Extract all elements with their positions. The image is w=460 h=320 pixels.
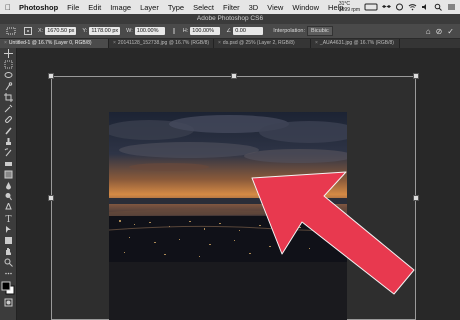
shape-tool-icon[interactable] [0, 235, 16, 246]
link-icon[interactable] [171, 27, 177, 35]
y-label: Y: [82, 28, 88, 34]
lasso-tool-icon[interactable] [0, 70, 16, 81]
status-icons: 31°C 3999 rpm [339, 0, 456, 14]
h-input[interactable]: 100.00% [190, 27, 221, 35]
eyedropper-tool-icon[interactable] [0, 103, 16, 114]
y-input[interactable]: 1178.00 px [89, 27, 121, 35]
cancel-transform-icon[interactable]: ⊘ [436, 27, 443, 36]
blur-tool-icon[interactable] [0, 180, 16, 191]
transform-tool-icon[interactable] [4, 26, 18, 36]
volume-icon[interactable] [421, 3, 430, 11]
tab-label: ds.psd @ 25% (Layer 2, RGB/8) [222, 40, 295, 46]
tab-label: _AUA4631.jpg @ 16.7% (RGB/8) [319, 40, 394, 46]
tools-panel: T [0, 48, 17, 320]
commit-transform-icon[interactable]: ✓ [447, 27, 454, 36]
type-tool-icon[interactable]: T [0, 213, 16, 224]
y-field: Y: 1178.00 px [82, 27, 121, 35]
angle-icon: ∠ [226, 28, 232, 34]
apple-icon[interactable]:  [5, 3, 15, 12]
clone-stamp-icon[interactable] [0, 136, 16, 147]
angle-field: ∠ 0.00 [226, 27, 264, 35]
menu-bar:  Photoshop File Edit Image Layer Type S… [0, 0, 460, 14]
temperature-readout[interactable]: 31°C 3999 rpm [339, 1, 360, 13]
menu-filter[interactable]: Filter [223, 3, 240, 12]
reference-point-icon[interactable] [24, 27, 32, 35]
menu-select[interactable]: Select [193, 3, 214, 12]
tab-label: 20141128_152738.jpg @ 16.7% (RGB/8) [117, 40, 210, 46]
eraser-tool-icon[interactable] [0, 158, 16, 169]
window-title: Adobe Photoshop CS6 [196, 15, 264, 22]
transform-handle-left[interactable] [48, 195, 54, 201]
w-input[interactable]: 100.00% [134, 27, 165, 35]
pen-tool-icon[interactable] [0, 202, 16, 213]
hand-tool-icon[interactable] [0, 246, 16, 257]
gradient-tool-icon[interactable] [0, 169, 16, 180]
w-field: W: 100.00% [126, 27, 165, 35]
tab-20141128[interactable]: × 20141128_152738.jpg @ 16.7% (RGB/8) [109, 39, 214, 48]
dropbox-icon[interactable] [382, 3, 391, 11]
x-label: X: [38, 28, 44, 34]
document-tabs: × Untitled-1 @ 16.7% (Layer 0, RGB/8) × 20… [0, 39, 460, 48]
interpolation-field: Interpolation: Bicubic [273, 26, 333, 36]
marquee-tool-icon[interactable] [0, 59, 16, 70]
options-bar: X: 1670.50 px Y: 1178.00 px W: 100.00% H… [0, 24, 460, 39]
h-label: H: [182, 28, 189, 34]
close-tab-icon[interactable]: × [113, 40, 116, 46]
close-tab-icon[interactable]: × [4, 40, 7, 46]
x-input[interactable]: 1670.50 px [45, 27, 77, 35]
spotlight-icon[interactable] [434, 3, 443, 11]
menu-view[interactable]: View [267, 3, 283, 12]
quick-select-tool-icon[interactable] [0, 81, 16, 92]
menu-file[interactable]: File [67, 3, 79, 12]
menu-image[interactable]: Image [110, 3, 131, 12]
zoom-tool-icon[interactable] [0, 257, 16, 268]
transform-handle-right[interactable] [413, 195, 419, 201]
dodge-tool-icon[interactable] [0, 191, 16, 202]
color-swatches[interactable] [0, 279, 16, 297]
drive-icon[interactable] [364, 3, 378, 11]
tab-ds-psd[interactable]: × ds.psd @ 25% (Layer 2, RGB/8) [214, 39, 311, 48]
wifi-icon[interactable] [408, 3, 417, 11]
warp-icon[interactable]: ⌂ [426, 27, 431, 36]
more-tools-icon[interactable] [0, 268, 16, 279]
tab-untitled-1[interactable]: × Untitled-1 @ 16.7% (Layer 0, RGB/8) [0, 39, 109, 48]
tab-label: Untitled-1 @ 16.7% (Layer 0, RGB/8) [8, 40, 92, 46]
menu-type[interactable]: Type [168, 3, 184, 12]
notification-center-icon[interactable] [447, 3, 456, 11]
w-label: W: [126, 28, 133, 34]
close-tab-icon[interactable]: × [315, 40, 318, 46]
crop-tool-icon[interactable] [0, 92, 16, 103]
close-tab-icon[interactable]: × [218, 40, 221, 46]
menu-window[interactable]: Window [292, 3, 319, 12]
menu-edit[interactable]: Edit [88, 3, 101, 12]
healing-brush-icon[interactable] [0, 114, 16, 125]
angle-input[interactable]: 0.00 [233, 27, 264, 35]
commit-icons: ⌂ ⊘ ✓ [426, 24, 454, 38]
menu-layer[interactable]: Layer [140, 3, 159, 12]
h-field: H: 100.00% [183, 27, 221, 35]
history-brush-icon[interactable] [0, 147, 16, 158]
time-machine-icon[interactable] [395, 3, 404, 11]
interpolation-label: Interpolation: [273, 28, 306, 34]
transform-handle-top[interactable] [231, 73, 237, 79]
brush-tool-icon[interactable] [0, 125, 16, 136]
move-tool-icon[interactable] [0, 48, 16, 59]
quick-mask-icon[interactable] [0, 297, 16, 308]
transform-handle-top-left[interactable] [48, 73, 54, 79]
window-title-bar: Adobe Photoshop CS6 [0, 14, 460, 24]
tab-aua4631[interactable]: × _AUA4631.jpg @ 16.7% (RGB/8) [311, 39, 400, 48]
transform-handle-top-right[interactable] [413, 73, 419, 79]
x-field: X: 1670.50 px [38, 27, 77, 35]
photo-lower-area [109, 262, 347, 320]
menu-3d[interactable]: 3D [249, 3, 259, 12]
fan-speed-value: 3999 rpm [338, 7, 360, 13]
interpolation-select[interactable]: Bicubic [307, 26, 333, 36]
svg-text:T: T [5, 215, 11, 223]
menu-app-name[interactable]: Photoshop [19, 3, 58, 12]
city-sunset-photo [109, 112, 347, 262]
path-select-tool-icon[interactable] [0, 224, 16, 235]
